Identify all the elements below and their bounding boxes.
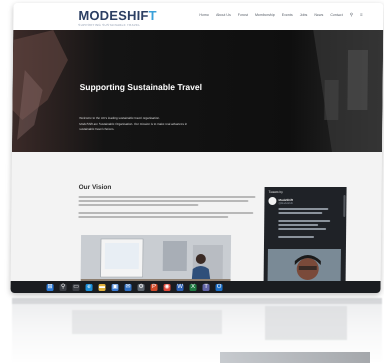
twitter-header: Tweets by	[268, 190, 283, 195]
logo-accent-text: T	[148, 7, 157, 23]
nav-item-forest[interactable]: Forest	[238, 13, 248, 17]
nav-item-about[interactable]: About Us	[216, 13, 231, 17]
nav-item-jobs[interactable]: Jobs	[300, 13, 308, 17]
vision-heading: Our Vision	[78, 184, 112, 192]
hero-intro-line-1: Welcome to the UK's leading sustainable …	[79, 115, 160, 120]
tweet-text-line	[278, 208, 329, 210]
teams-icon[interactable]: T	[202, 283, 210, 291]
reflection-photo	[72, 310, 222, 334]
desk-edge	[220, 352, 370, 363]
site-logo[interactable]: MODESHIFT SUPPORTING SUSTAINABLE TRAVEL	[78, 7, 157, 27]
logo-tagline: SUPPORTING SUSTAINABLE TRAVEL	[78, 22, 141, 27]
reflection-taskbar	[12, 298, 382, 304]
task-view-icon[interactable]: ▭	[72, 283, 80, 291]
nav-item-contact[interactable]: Contact	[330, 13, 342, 17]
twitter-avatar	[268, 197, 277, 206]
vision-text-line	[78, 204, 199, 207]
site-header: MODESHIFT SUPPORTING SUSTAINABLE TRAVEL …	[13, 2, 384, 31]
settings-icon[interactable]: ⚙	[137, 283, 145, 291]
vision-section: Our Vision Tweets by ModeShift @ModeShif…	[10, 152, 382, 294]
excel-icon[interactable]: X	[189, 283, 197, 291]
tweet-text-line	[278, 228, 327, 230]
logo-wordmark: MODESHIFT	[78, 7, 157, 23]
tweet-text-line	[278, 220, 331, 222]
outlook-icon[interactable]: O	[215, 283, 223, 291]
hero-intro-line-3: sustainable travel choices.	[79, 126, 115, 131]
search-icon[interactable]: ⚲	[59, 283, 67, 291]
word-icon[interactable]: W	[176, 283, 184, 291]
store-icon[interactable]: ▣	[111, 283, 119, 291]
twitter-account-handle[interactable]: @ModeShift	[278, 202, 292, 205]
nav-item-membership[interactable]: Membership	[255, 13, 275, 17]
powerpoint-icon[interactable]: P	[150, 283, 158, 291]
monitor-screen: MODESHIFT SUPPORTING SUSTAINABLE TRAVEL …	[10, 2, 384, 294]
hero-banner: Supporting Sustainable Travel Welcome to…	[11, 29, 384, 153]
vision-text-line	[78, 196, 256, 199]
hero-intro-line-2: ModeShift are Sustainable Organisation. …	[79, 121, 188, 126]
twitter-feed-widget[interactable]: Tweets by ModeShift @ModeShift	[263, 187, 347, 292]
reflection-widget	[265, 306, 347, 340]
mail-icon[interactable]: ✉	[124, 283, 132, 291]
photo-scene: MODESHIFT SUPPORTING SUSTAINABLE TRAVEL …	[0, 0, 384, 363]
main-nav: Home About Us Forest Membership Events J…	[199, 12, 363, 17]
vision-text-line	[78, 212, 254, 215]
file-explorer-icon[interactable]: ▬	[98, 283, 106, 291]
hero-title: Supporting Sustainable Travel	[79, 81, 203, 92]
logo-primary-text: MODESHIF	[78, 7, 149, 23]
nav-item-news[interactable]: News	[314, 13, 323, 17]
windows-taskbar: ⊞ ⚲ ▭ e ▬ ▣ ✉ ⚙ P ◉ W X T O	[10, 281, 381, 294]
vision-text-line	[78, 216, 229, 219]
tweet-text-line	[278, 212, 323, 214]
search-icon[interactable]: ⚲	[350, 12, 353, 17]
edge-icon[interactable]: e	[85, 283, 93, 291]
start-icon[interactable]: ⊞	[46, 283, 54, 291]
tweet-text-line	[278, 224, 319, 226]
twitter-scrollbar[interactable]	[343, 195, 346, 218]
chrome-icon[interactable]: ◉	[163, 283, 171, 291]
menu-icon[interactable]: ≡	[360, 12, 363, 17]
vision-text-line	[78, 200, 249, 203]
nav-item-home[interactable]: Home	[199, 13, 209, 17]
nav-item-events[interactable]: Events	[282, 13, 293, 17]
tweet-text-line	[278, 236, 315, 238]
